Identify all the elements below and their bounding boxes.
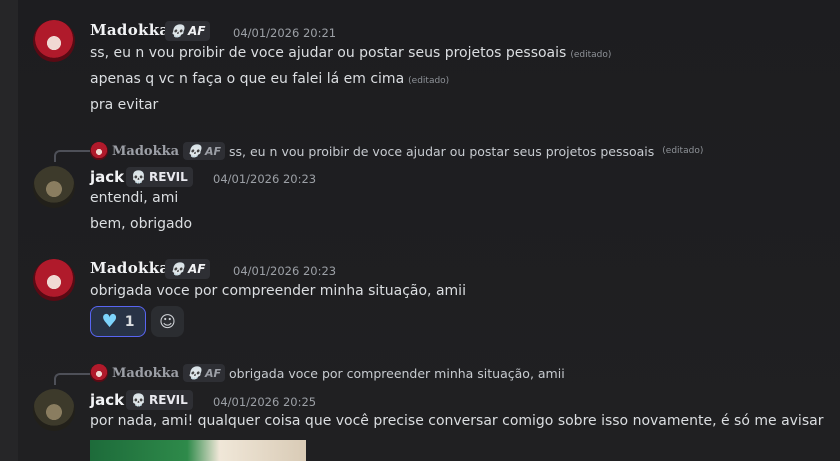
skull-icon: 💀: [170, 262, 185, 276]
skull-icon: 💀: [131, 393, 146, 407]
reply-connector: [54, 373, 90, 385]
smiley-icon: ☺: [159, 312, 176, 331]
reply-avatar: [90, 142, 108, 160]
role-tag-label: AF: [187, 262, 206, 276]
avatar-madokka[interactable]: [33, 259, 75, 301]
timestamp: 04/01/2026 20:21: [233, 26, 337, 40]
skull-icon: 💀: [170, 24, 185, 38]
message-text: pra evitar: [90, 97, 159, 113]
timestamp: 04/01/2026 20:23: [213, 172, 317, 186]
image-attachment[interactable]: [90, 440, 306, 461]
reply-preview[interactable]: Madokka 💀 AF obrigada voce por compreende…: [90, 362, 565, 384]
username-jack[interactable]: jack: [90, 168, 124, 186]
username-jack[interactable]: jack: [90, 391, 124, 409]
reply-author: Madokka: [112, 143, 180, 159]
message-line: obrigada voce por compreender minha situ…: [90, 283, 466, 299]
reply-preview[interactable]: Madokka 💀 AF ss, eu n vou proibir de voce…: [90, 140, 703, 162]
avatar-jack[interactable]: [33, 389, 75, 431]
role-tag-af[interactable]: 💀 AF: [165, 259, 211, 279]
skull-icon: 💀: [187, 366, 202, 380]
role-tag-revil[interactable]: 💀 REVIL: [126, 390, 193, 410]
reaction-count: 1: [124, 313, 135, 330]
avatar-jack[interactable]: [33, 166, 75, 208]
message-line: entendi, ami: [90, 190, 179, 206]
role-tag-af[interactable]: 💀 AF: [165, 21, 211, 41]
reaction-heart[interactable]: ♥ 1: [90, 306, 146, 337]
avatar-madokka[interactable]: [33, 20, 75, 62]
role-tag-label: REVIL: [148, 393, 188, 407]
username-madokka[interactable]: Madokka: [90, 259, 169, 277]
edited-label: (editado): [408, 76, 450, 86]
username-madokka[interactable]: Madokka: [90, 21, 169, 39]
message-line: pra evitar: [90, 97, 158, 113]
timestamp: 04/01/2026 20:25: [213, 395, 317, 409]
message-text: apenas q vc n faça o que eu falei lá em …: [90, 71, 405, 87]
role-tag-label: REVIL: [148, 170, 188, 184]
role-tag-revil[interactable]: 💀 REVIL: [126, 167, 193, 187]
message-line: por nada, ami! qualquer coisa que você p…: [90, 413, 824, 429]
reply-tag-label: AF: [204, 144, 221, 158]
skull-icon: 💀: [187, 144, 202, 158]
edited-label: (editado): [662, 146, 704, 156]
timestamp: 04/01/2026 20:23: [233, 264, 337, 278]
edited-label: (editado): [570, 50, 612, 60]
reply-role-tag: 💀 AF: [183, 142, 225, 160]
message-line: ss, eu n vou proibir de voce ajudar ou p…: [90, 45, 611, 61]
reply-text: obrigada voce por compreender minha situ…: [229, 365, 565, 381]
message-line: bem, obrigado: [90, 216, 193, 232]
reply-connector: [54, 150, 90, 162]
reply-author: Madokka: [112, 365, 180, 381]
add-reaction-button[interactable]: ☺: [151, 306, 184, 337]
sidebar-strip: [0, 0, 18, 461]
reply-role-tag: 💀 AF: [183, 364, 225, 382]
role-tag-label: AF: [187, 24, 206, 38]
reply-text: ss, eu n vou proibir de voce ajudar ou p…: [229, 143, 655, 159]
reply-tag-label: AF: [204, 366, 221, 380]
light-blue-heart-icon: ♥: [101, 310, 118, 332]
skull-icon: 💀: [131, 170, 146, 184]
reply-avatar: [90, 364, 108, 382]
message-line: apenas q vc n faça o que eu falei lá em …: [90, 71, 449, 87]
message-text: ss, eu n vou proibir de voce ajudar ou p…: [90, 45, 567, 61]
